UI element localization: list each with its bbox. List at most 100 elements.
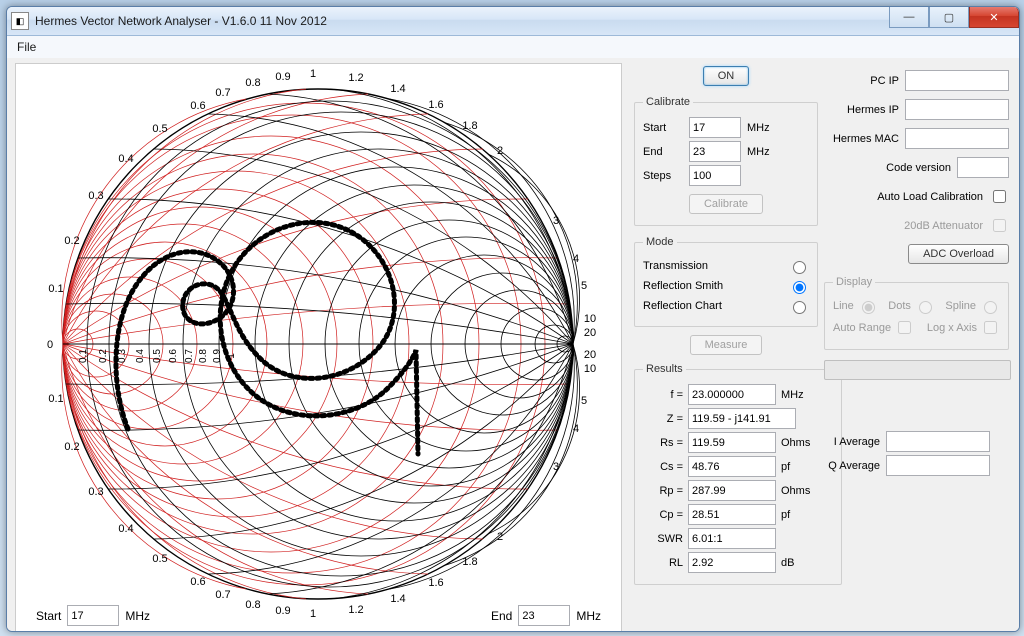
svg-text:0.7: 0.7 bbox=[184, 349, 195, 363]
right-pane: ON Calibrate Start MHz End MHz bbox=[630, 58, 1019, 631]
mode-group: Mode Transmission Reflection Smith Refle… bbox=[634, 236, 818, 327]
menubar: File bbox=[7, 36, 1019, 59]
res-rs-value[interactable] bbox=[688, 432, 776, 453]
svg-text:4: 4 bbox=[573, 423, 579, 435]
minimize-button[interactable]: — bbox=[889, 7, 929, 28]
svg-text:3: 3 bbox=[553, 215, 559, 227]
mode-transmission-radio[interactable] bbox=[793, 261, 806, 274]
res-f-value[interactable] bbox=[688, 384, 776, 405]
chart-start-unit: MHz bbox=[125, 609, 150, 623]
svg-text:1.2: 1.2 bbox=[348, 72, 363, 84]
q-avg-input[interactable] bbox=[886, 455, 990, 476]
svg-text:3: 3 bbox=[553, 461, 559, 473]
maximize-button[interactable]: ▢ bbox=[929, 7, 969, 28]
mode-smith-radio[interactable] bbox=[793, 281, 806, 294]
adc-overload-button[interactable]: ADC Overload bbox=[908, 244, 1009, 264]
res-rp-unit: Ohms bbox=[781, 485, 813, 497]
disp-spline-label: Spline bbox=[945, 300, 976, 312]
app-window: ◧ Hermes Vector Network Analyser - V1.6.… bbox=[6, 6, 1020, 632]
window-controls: — ▢ ✕ bbox=[889, 7, 1019, 28]
titlebar[interactable]: ◧ Hermes Vector Network Analyser - V1.6.… bbox=[7, 7, 1019, 36]
cal-start-label: Start bbox=[643, 122, 683, 134]
mode-chart-label: Reflection Chart bbox=[643, 300, 722, 312]
progress-bar bbox=[824, 360, 1011, 380]
svg-text:0: 0 bbox=[47, 339, 53, 351]
mode-chart-radio[interactable] bbox=[793, 301, 806, 314]
cal-steps-input[interactable] bbox=[689, 165, 741, 186]
cal-end-label: End bbox=[643, 146, 683, 158]
res-cs-value[interactable] bbox=[688, 456, 776, 477]
res-rl-label: RL bbox=[643, 557, 683, 569]
res-swr-value[interactable] bbox=[688, 528, 776, 549]
results-group: Results f =MHz Z = Rs =Ohms Cs =pf Rp =O… bbox=[634, 363, 842, 585]
pc-ip-input[interactable] bbox=[905, 70, 1009, 91]
svg-text:1.8: 1.8 bbox=[462, 556, 477, 568]
q-avg-label: Q Average bbox=[824, 460, 880, 472]
res-rs-label: Rs = bbox=[643, 437, 683, 449]
disp-autorange-checkbox bbox=[898, 321, 911, 334]
svg-text:0.8: 0.8 bbox=[245, 77, 260, 89]
res-cs-unit: pf bbox=[781, 461, 813, 473]
disp-logx-checkbox bbox=[984, 321, 997, 334]
res-cp-value[interactable] bbox=[688, 504, 776, 525]
svg-text:2: 2 bbox=[497, 145, 503, 157]
app-icon: ◧ bbox=[11, 12, 29, 30]
results-legend: Results bbox=[643, 363, 686, 375]
svg-text:10: 10 bbox=[584, 313, 596, 325]
hermes-mac-input[interactable] bbox=[905, 128, 1009, 149]
chart-end-input[interactable] bbox=[518, 605, 570, 626]
measure-button[interactable]: Measure bbox=[690, 335, 763, 355]
mode-smith-label: Reflection Smith bbox=[643, 280, 723, 292]
disp-line-label: Line bbox=[833, 300, 854, 312]
svg-text:1: 1 bbox=[310, 68, 316, 80]
svg-text:20: 20 bbox=[584, 349, 596, 361]
close-button[interactable]: ✕ bbox=[969, 7, 1019, 28]
res-rp-value[interactable] bbox=[688, 480, 776, 501]
svg-text:0.7: 0.7 bbox=[215, 87, 230, 99]
res-rl-value[interactable] bbox=[688, 552, 776, 573]
res-z-value[interactable] bbox=[688, 408, 796, 429]
cal-start-input[interactable] bbox=[689, 117, 741, 138]
svg-text:0.4: 0.4 bbox=[135, 349, 146, 363]
hermes-ip-label: Hermes IP bbox=[847, 104, 899, 116]
disp-autorange-label: Auto Range bbox=[833, 322, 891, 334]
cal-end-unit: MHz bbox=[747, 146, 779, 158]
svg-text:0.9: 0.9 bbox=[275, 71, 290, 83]
svg-text:0.3: 0.3 bbox=[88, 486, 103, 498]
disp-dots-radio bbox=[919, 301, 932, 314]
hermes-ip-input[interactable] bbox=[905, 99, 1009, 120]
menu-file[interactable]: File bbox=[17, 40, 36, 54]
disp-logx-label: Log x Axis bbox=[927, 322, 977, 334]
client-area: 0 0.1 0.2 0.3 0.4 0.5 0.6 0.7 0.8 0.9 1 … bbox=[7, 58, 1019, 631]
smith-chart[interactable]: 0 0.1 0.2 0.3 0.4 0.5 0.6 0.7 0.8 0.9 1 … bbox=[15, 63, 622, 632]
svg-text:1.6: 1.6 bbox=[428, 577, 443, 589]
disp-spline-radio bbox=[984, 301, 997, 314]
mode-legend: Mode bbox=[643, 236, 677, 248]
svg-text:0.1: 0.1 bbox=[78, 349, 89, 363]
svg-text:0.2: 0.2 bbox=[64, 441, 79, 453]
i-avg-label: I Average bbox=[824, 436, 880, 448]
svg-text:1.8: 1.8 bbox=[462, 120, 477, 132]
svg-text:0.2: 0.2 bbox=[64, 235, 79, 247]
smith-chart-svg: 0 0.1 0.2 0.3 0.4 0.5 0.6 0.7 0.8 0.9 1 … bbox=[16, 64, 621, 632]
svg-text:0.8: 0.8 bbox=[198, 349, 209, 363]
on-button[interactable]: ON bbox=[703, 66, 750, 86]
attenuator-checkbox bbox=[993, 219, 1006, 232]
res-f-unit: MHz bbox=[781, 389, 813, 401]
svg-text:0.5: 0.5 bbox=[152, 349, 163, 363]
auto-load-cal-checkbox[interactable] bbox=[993, 190, 1006, 203]
window-title: Hermes Vector Network Analyser - V1.6.0 … bbox=[35, 14, 327, 28]
svg-text:0.1: 0.1 bbox=[48, 283, 63, 295]
res-rs-unit: Ohms bbox=[781, 437, 813, 449]
cal-end-input[interactable] bbox=[689, 141, 741, 162]
svg-text:0.4: 0.4 bbox=[118, 523, 133, 535]
res-cs-label: Cs = bbox=[643, 461, 683, 473]
chart-footer: Start MHz End MHz bbox=[36, 605, 601, 626]
chart-start-input[interactable] bbox=[67, 605, 119, 626]
res-cp-unit: pf bbox=[781, 509, 813, 521]
svg-text:0.1: 0.1 bbox=[48, 393, 63, 405]
res-cp-label: Cp = bbox=[643, 509, 683, 521]
calibrate-button[interactable]: Calibrate bbox=[689, 194, 763, 214]
i-avg-input[interactable] bbox=[886, 431, 990, 452]
chart-start-label: Start bbox=[36, 609, 61, 623]
